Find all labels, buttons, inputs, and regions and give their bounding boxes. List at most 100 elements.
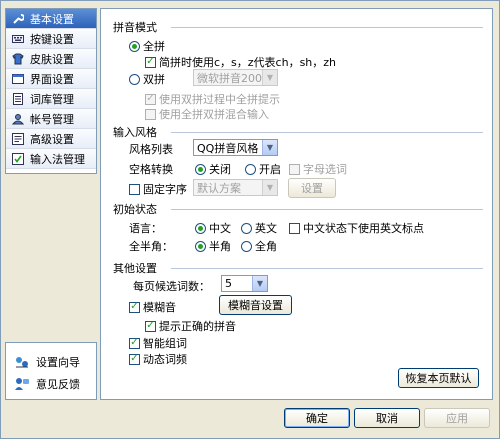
jianpin-label: 简拼时使用c，s，z代表ch，sh，zh — [159, 56, 337, 69]
style-list-select[interactable]: QQ拼音风格 ▼ — [193, 139, 278, 156]
smart-phrase-checkbox[interactable]: ✓ 智能组词 — [129, 335, 187, 351]
default-scheme-value: 默认方案 — [197, 181, 241, 195]
wrench-icon — [12, 13, 24, 25]
sp-full-hint-checkbox[interactable]: ✓ 使用双拼过程中全拼提示 — [145, 91, 280, 107]
checkbox-list-icon — [12, 152, 24, 165]
sidebar-item-label: 按键设置 — [30, 32, 74, 46]
sidebar-item-basic[interactable]: 基本设置 — [6, 9, 96, 29]
sidebar-item-keys[interactable]: 按键设置 — [6, 29, 96, 49]
check-icon: ✓ — [130, 337, 139, 348]
default-scheme-select[interactable]: 默认方案 ▼ — [193, 179, 278, 196]
checkbox-indicator: ✓ — [129, 301, 140, 313]
check-icon: ✓ — [130, 301, 139, 312]
shuangpin-label: 双拼 — [143, 73, 165, 86]
sidebar-nav: 基本设置 按键设置 皮肤设置 界面设置 词库管理 帐号管理 高级设置 输入法管理 — [5, 8, 97, 174]
half-width-radio[interactable]: 半角 — [195, 238, 231, 254]
sidebar-item-advanced[interactable]: 高级设置 — [6, 129, 96, 149]
en-punct-checkbox[interactable]: 中文状态下使用英文标点 — [289, 220, 424, 236]
init-state-title: 初始状态 — [113, 203, 157, 216]
wizard-label: 设置向导 — [36, 356, 80, 369]
checkbox-indicator — [129, 183, 140, 195]
chinese-label: 中文 — [209, 222, 231, 235]
pinyin-mode-title: 拼音模式 — [113, 21, 157, 34]
feedback-label: 意见反馈 — [36, 378, 80, 391]
check-icon: ✓ — [146, 56, 155, 67]
candidates-value: 5 — [225, 277, 232, 290]
advanced-icon — [12, 132, 24, 145]
style-settings-button[interactable]: 设置 — [288, 178, 336, 198]
fixed-order-label: 固定字序 — [143, 183, 187, 196]
feedback-icon — [14, 376, 30, 392]
full-pinyin-radio[interactable]: 全拼 — [129, 38, 165, 54]
dynamic-freq-checkbox[interactable]: ✓ 动态词频 — [129, 351, 187, 367]
style-list-value: QQ拼音风格 — [197, 141, 259, 155]
space-on-radio[interactable]: 开启 — [245, 161, 281, 177]
other-settings-title: 其他设置 — [113, 262, 157, 275]
chevron-down-icon: ▼ — [262, 180, 277, 195]
divider — [171, 27, 483, 28]
smart-phrase-label: 智能组词 — [143, 337, 187, 350]
fuzzy-settings-button[interactable]: 模糊音设置 — [219, 295, 292, 315]
checkbox-indicator — [289, 222, 300, 234]
check-icon: ✓ — [146, 320, 155, 331]
sidebar-item-dictionary[interactable]: 词库管理 — [6, 89, 96, 109]
width-label: 全半角： — [129, 240, 173, 253]
sidebar-item-skin[interactable]: 皮肤设置 — [6, 49, 96, 69]
input-style-title: 输入风格 — [113, 126, 157, 139]
en-punct-label: 中文状态下使用英文标点 — [303, 222, 424, 235]
apply-button[interactable]: 应用 — [424, 408, 490, 428]
fuzzy-hint-checkbox[interactable]: ✓ 提示正确的拼音 — [145, 318, 236, 334]
shuangpin-scheme-select[interactable]: 微软拼音2003 ▼ — [193, 69, 278, 86]
letter-select-checkbox[interactable]: 字母选词 — [289, 161, 347, 177]
chevron-down-icon: ▼ — [262, 140, 277, 155]
keyboard-icon — [12, 33, 24, 45]
settings-panel: 拼音模式 全拼 ✓ 简拼时使用c，s，z代表ch，sh，zh 双拼 微软拼音20… — [100, 8, 493, 400]
chinese-radio[interactable]: 中文 — [195, 220, 231, 236]
radio-indicator — [245, 163, 256, 175]
sidebar-item-label: 输入法管理 — [30, 152, 85, 166]
radio-indicator — [195, 222, 206, 234]
sidebar-item-label: 界面设置 — [30, 72, 74, 86]
check-icon: ✓ — [130, 353, 139, 364]
fuzzy-checkbox[interactable]: ✓ 模糊音 — [129, 299, 176, 315]
space-on-label: 开启 — [259, 163, 281, 176]
checkbox-indicator: ✓ — [129, 353, 140, 365]
sp-full-hint-label: 使用双拼过程中全拼提示 — [159, 93, 280, 106]
sidebar-item-ime-manage[interactable]: 输入法管理 — [6, 149, 96, 169]
sp-mixed-label: 使用全拼双拼混合输入 — [159, 108, 269, 121]
full-pinyin-label: 全拼 — [143, 40, 165, 53]
sidebar-item-feedback[interactable]: 意见反馈 — [14, 375, 80, 393]
english-radio[interactable]: 英文 — [241, 220, 277, 236]
check-icon: ✓ — [146, 93, 155, 104]
fixed-order-checkbox[interactable]: 固定字序 — [129, 181, 187, 197]
sp-mixed-checkbox[interactable]: 使用全拼双拼混合输入 — [145, 106, 269, 122]
ok-button[interactable]: 确定 — [284, 408, 350, 428]
checkbox-indicator: ✓ — [129, 337, 140, 349]
language-label: 语言： — [129, 222, 162, 235]
letter-select-label: 字母选词 — [303, 163, 347, 176]
sidebar-item-interface[interactable]: 界面设置 — [6, 69, 96, 89]
checkbox-indicator: ✓ — [145, 320, 156, 332]
jianpin-checkbox[interactable]: ✓ 简拼时使用c，s，z代表ch，sh，zh — [145, 54, 336, 70]
radio-indicator — [241, 222, 252, 234]
sidebar-item-wizard[interactable]: 设置向导 — [14, 353, 80, 371]
sidebar-item-label: 帐号管理 — [30, 112, 74, 126]
full-width-radio[interactable]: 全角 — [241, 238, 277, 254]
shuangpin-radio[interactable]: 双拼 — [129, 71, 165, 87]
candidates-label: 每页候选词数： — [133, 280, 210, 293]
radio-indicator — [129, 40, 140, 52]
radio-indicator — [241, 240, 252, 252]
dynamic-freq-label: 动态词频 — [143, 353, 187, 366]
checkbox-indicator: ✓ — [145, 56, 156, 68]
sidebar-item-label: 高级设置 — [30, 132, 74, 146]
account-icon — [12, 113, 24, 125]
checkbox-indicator: ✓ — [145, 93, 156, 105]
sidebar-item-account[interactable]: 帐号管理 — [6, 109, 96, 129]
candidates-select[interactable]: 5 ▼ — [221, 275, 268, 292]
shirt-icon — [12, 53, 24, 65]
cancel-button[interactable]: 取消 — [354, 408, 420, 428]
restore-defaults-button[interactable]: 恢复本页默认 — [398, 368, 479, 388]
space-off-radio[interactable]: 关闭 — [195, 161, 231, 177]
radio-indicator — [129, 73, 140, 85]
space-off-label: 关闭 — [209, 163, 231, 176]
